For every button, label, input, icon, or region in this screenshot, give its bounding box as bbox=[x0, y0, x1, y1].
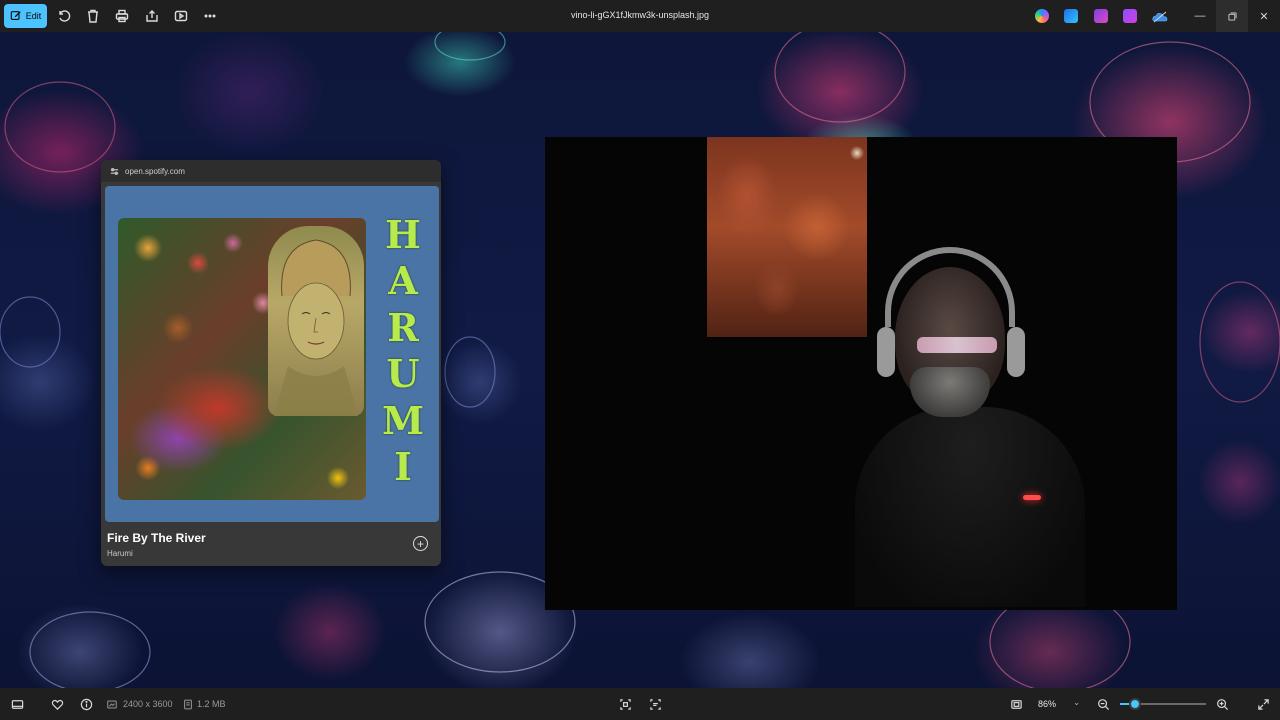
album-title-letter: I bbox=[394, 443, 412, 489]
image-dimensions: 2400 x 3600 bbox=[123, 699, 173, 709]
site-settings-icon[interactable] bbox=[110, 167, 119, 176]
zoom-level: 86% bbox=[1038, 699, 1057, 709]
file-size: 1.2 MB bbox=[197, 699, 226, 709]
crop-icon[interactable] bbox=[618, 697, 632, 711]
headphone-left bbox=[877, 327, 895, 377]
album-art: H A R U M I bbox=[105, 186, 439, 522]
fit-to-window-icon[interactable] bbox=[1009, 697, 1023, 711]
copilot-icon[interactable] bbox=[1035, 9, 1049, 23]
info-icon[interactable] bbox=[79, 697, 93, 711]
album-title-letter: M bbox=[381, 397, 425, 443]
track-title[interactable]: Fire By The River bbox=[107, 531, 206, 545]
zoom-out-icon[interactable] bbox=[1096, 697, 1110, 711]
red-light bbox=[1023, 495, 1041, 500]
edit-icon bbox=[10, 11, 21, 20]
headphone-right bbox=[1007, 327, 1025, 377]
chevron-down-icon: ⌄ bbox=[1073, 698, 1080, 707]
webcam-person bbox=[855, 247, 1085, 607]
visual-search-icon[interactable] bbox=[648, 697, 662, 711]
print-icon[interactable] bbox=[114, 8, 130, 24]
album-illustration bbox=[118, 218, 366, 500]
full-screen-icon[interactable] bbox=[1256, 697, 1270, 711]
person-torso bbox=[855, 407, 1085, 607]
photos-icon[interactable] bbox=[1123, 9, 1137, 23]
slideshow-icon[interactable] bbox=[173, 8, 189, 24]
miniplayer-header[interactable]: open.spotify.com bbox=[101, 160, 441, 182]
album-title-art: H A R U M I bbox=[381, 212, 425, 489]
status-bar: 2400 x 3600 1.2 MB 86% ⌄ bbox=[0, 688, 1280, 720]
zoom-level-dropdown[interactable]: 86% ⌄ bbox=[1030, 693, 1086, 715]
more-icon[interactable] bbox=[202, 8, 218, 24]
favorite-icon[interactable] bbox=[50, 697, 64, 711]
title-bar: Edit vino-li-gGX1fJkmw3k-unsplash.jpg — … bbox=[0, 0, 1280, 32]
rotate-icon[interactable] bbox=[56, 8, 72, 24]
spotify-miniplayer[interactable]: open.spotify.com H A R U M I Fire By The… bbox=[101, 160, 441, 566]
zoom-in-icon[interactable] bbox=[1215, 697, 1229, 711]
designer-icon[interactable] bbox=[1064, 9, 1078, 23]
site-url: open.spotify.com bbox=[125, 166, 185, 176]
album-title-letter: U bbox=[386, 351, 420, 397]
edit-label: Edit bbox=[25, 11, 42, 21]
minimize-icon[interactable]: — bbox=[1184, 0, 1216, 32]
album-portrait bbox=[268, 226, 364, 416]
edit-button[interactable]: Edit bbox=[4, 4, 47, 28]
album-title-letter: H bbox=[385, 212, 421, 257]
headphones-band bbox=[885, 247, 1015, 327]
clipchamp-icon[interactable] bbox=[1094, 9, 1108, 23]
album-title-letter: A bbox=[388, 258, 418, 304]
file-size-icon bbox=[182, 697, 194, 711]
plus-icon: + bbox=[416, 536, 424, 551]
zoom-slider-thumb[interactable] bbox=[1129, 698, 1142, 710]
mural-background bbox=[707, 137, 867, 337]
share-icon[interactable] bbox=[144, 8, 160, 24]
zoom-slider[interactable] bbox=[1120, 698, 1206, 710]
webcam-overlay bbox=[545, 137, 1177, 610]
artist-name[interactable]: Harumi bbox=[107, 549, 133, 558]
restore-icon[interactable] bbox=[1216, 0, 1248, 32]
onedrive-icon[interactable] bbox=[1152, 10, 1168, 23]
add-to-library-button[interactable]: + bbox=[413, 536, 428, 551]
glasses bbox=[917, 337, 997, 353]
filmstrip-icon[interactable] bbox=[10, 697, 24, 711]
close-icon[interactable]: ✕ bbox=[1248, 0, 1280, 32]
album-title-letter: R bbox=[387, 304, 419, 350]
delete-icon[interactable] bbox=[85, 8, 101, 24]
file-title: vino-li-gGX1fJkmw3k-unsplash.jpg bbox=[570, 10, 710, 20]
dimensions-icon bbox=[106, 697, 118, 711]
